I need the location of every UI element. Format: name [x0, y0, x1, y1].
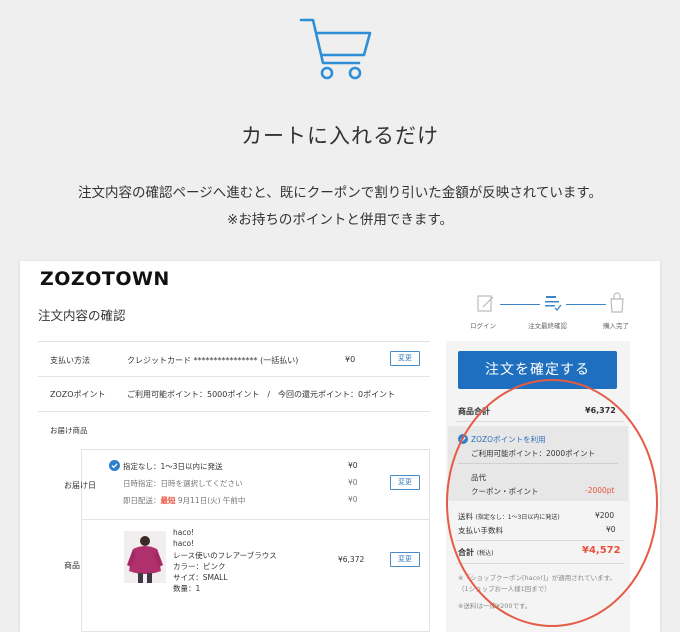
order-confirmation-screenshot: ZOZOTOWN 注文内容の確認 ログイン 注文最終確認 購入完了 支払い方法 …	[20, 261, 660, 632]
delivery-price: ¥0	[348, 495, 358, 504]
delivery-date-label: お届け日	[64, 481, 96, 490]
product-color: カラー：ピンク	[173, 562, 226, 571]
fastest-tag: 最短	[160, 496, 176, 505]
divider	[38, 411, 430, 412]
page-title: 注文内容の確認	[38, 308, 126, 323]
order-confirm-step-icon	[545, 296, 562, 311]
points-label: ZOZOポイント	[50, 390, 106, 399]
step-login: ログイン	[470, 322, 496, 330]
step-order-confirm: 注文最終確認	[528, 322, 567, 330]
product-label: 商品	[64, 561, 80, 570]
highlight-circle	[446, 379, 658, 627]
payment-value: クレジットカード **************** (一括払い)	[127, 356, 299, 365]
divider	[82, 519, 429, 520]
delivery-price: ¥0	[348, 478, 358, 487]
delivery-price: ¥0	[348, 461, 358, 470]
product-shop: haco!	[173, 539, 195, 548]
product-name[interactable]: レース使いのフレアーブラウス	[173, 550, 277, 561]
product-quantity: 数量：1	[173, 584, 201, 593]
logo: ZOZOTOWN	[40, 268, 170, 290]
points-value: ご利用可能ポイント：5000ポイント / 今回の還元ポイント：0ポイント	[127, 390, 396, 399]
step-connector	[500, 304, 540, 305]
purchase-complete-step-icon	[610, 292, 624, 313]
hero-title: カートに入れるだけ	[241, 124, 439, 148]
divider	[38, 376, 430, 377]
step-connector	[566, 304, 606, 305]
divider	[38, 341, 430, 342]
delivery-option-standard[interactable]: 指定なし：1〜3日以内に発送	[123, 461, 223, 472]
payment-label: 支払い方法	[50, 356, 90, 365]
product-price: ¥6,372	[338, 555, 365, 564]
product-image[interactable]	[124, 531, 166, 583]
product-change-button[interactable]: 変更	[390, 552, 420, 567]
step-purchase-complete: 購入完了	[603, 322, 629, 330]
check-circle-icon	[109, 460, 120, 471]
payment-change-button[interactable]: 変更	[390, 351, 420, 366]
delivery-option-sameday[interactable]: 即日配送：最短 9月11日(火) 午前中	[123, 495, 245, 506]
product-brand: haco!	[173, 528, 195, 537]
sameday-prefix: 即日配送：	[123, 496, 161, 505]
delivery-change-button[interactable]: 変更	[390, 475, 420, 490]
sameday-date: 9月11日(火) 午前中	[175, 496, 246, 505]
hero-description: 注文内容の確認ページへ進むと、既にクーポンで割り引いた金額が反映されています。	[78, 185, 602, 201]
delivery-section-label: お届け商品	[50, 426, 88, 435]
shopping-cart-icon	[299, 18, 372, 80]
payment-price: ¥0	[345, 355, 356, 364]
product-size: サイズ：SMALL	[173, 573, 228, 582]
delivery-option-datetime[interactable]: 日時指定：日時を選択してください	[123, 478, 243, 489]
login-step-icon	[477, 295, 494, 312]
hero-note: ※お持ちのポイントと併用できます。	[227, 212, 453, 228]
